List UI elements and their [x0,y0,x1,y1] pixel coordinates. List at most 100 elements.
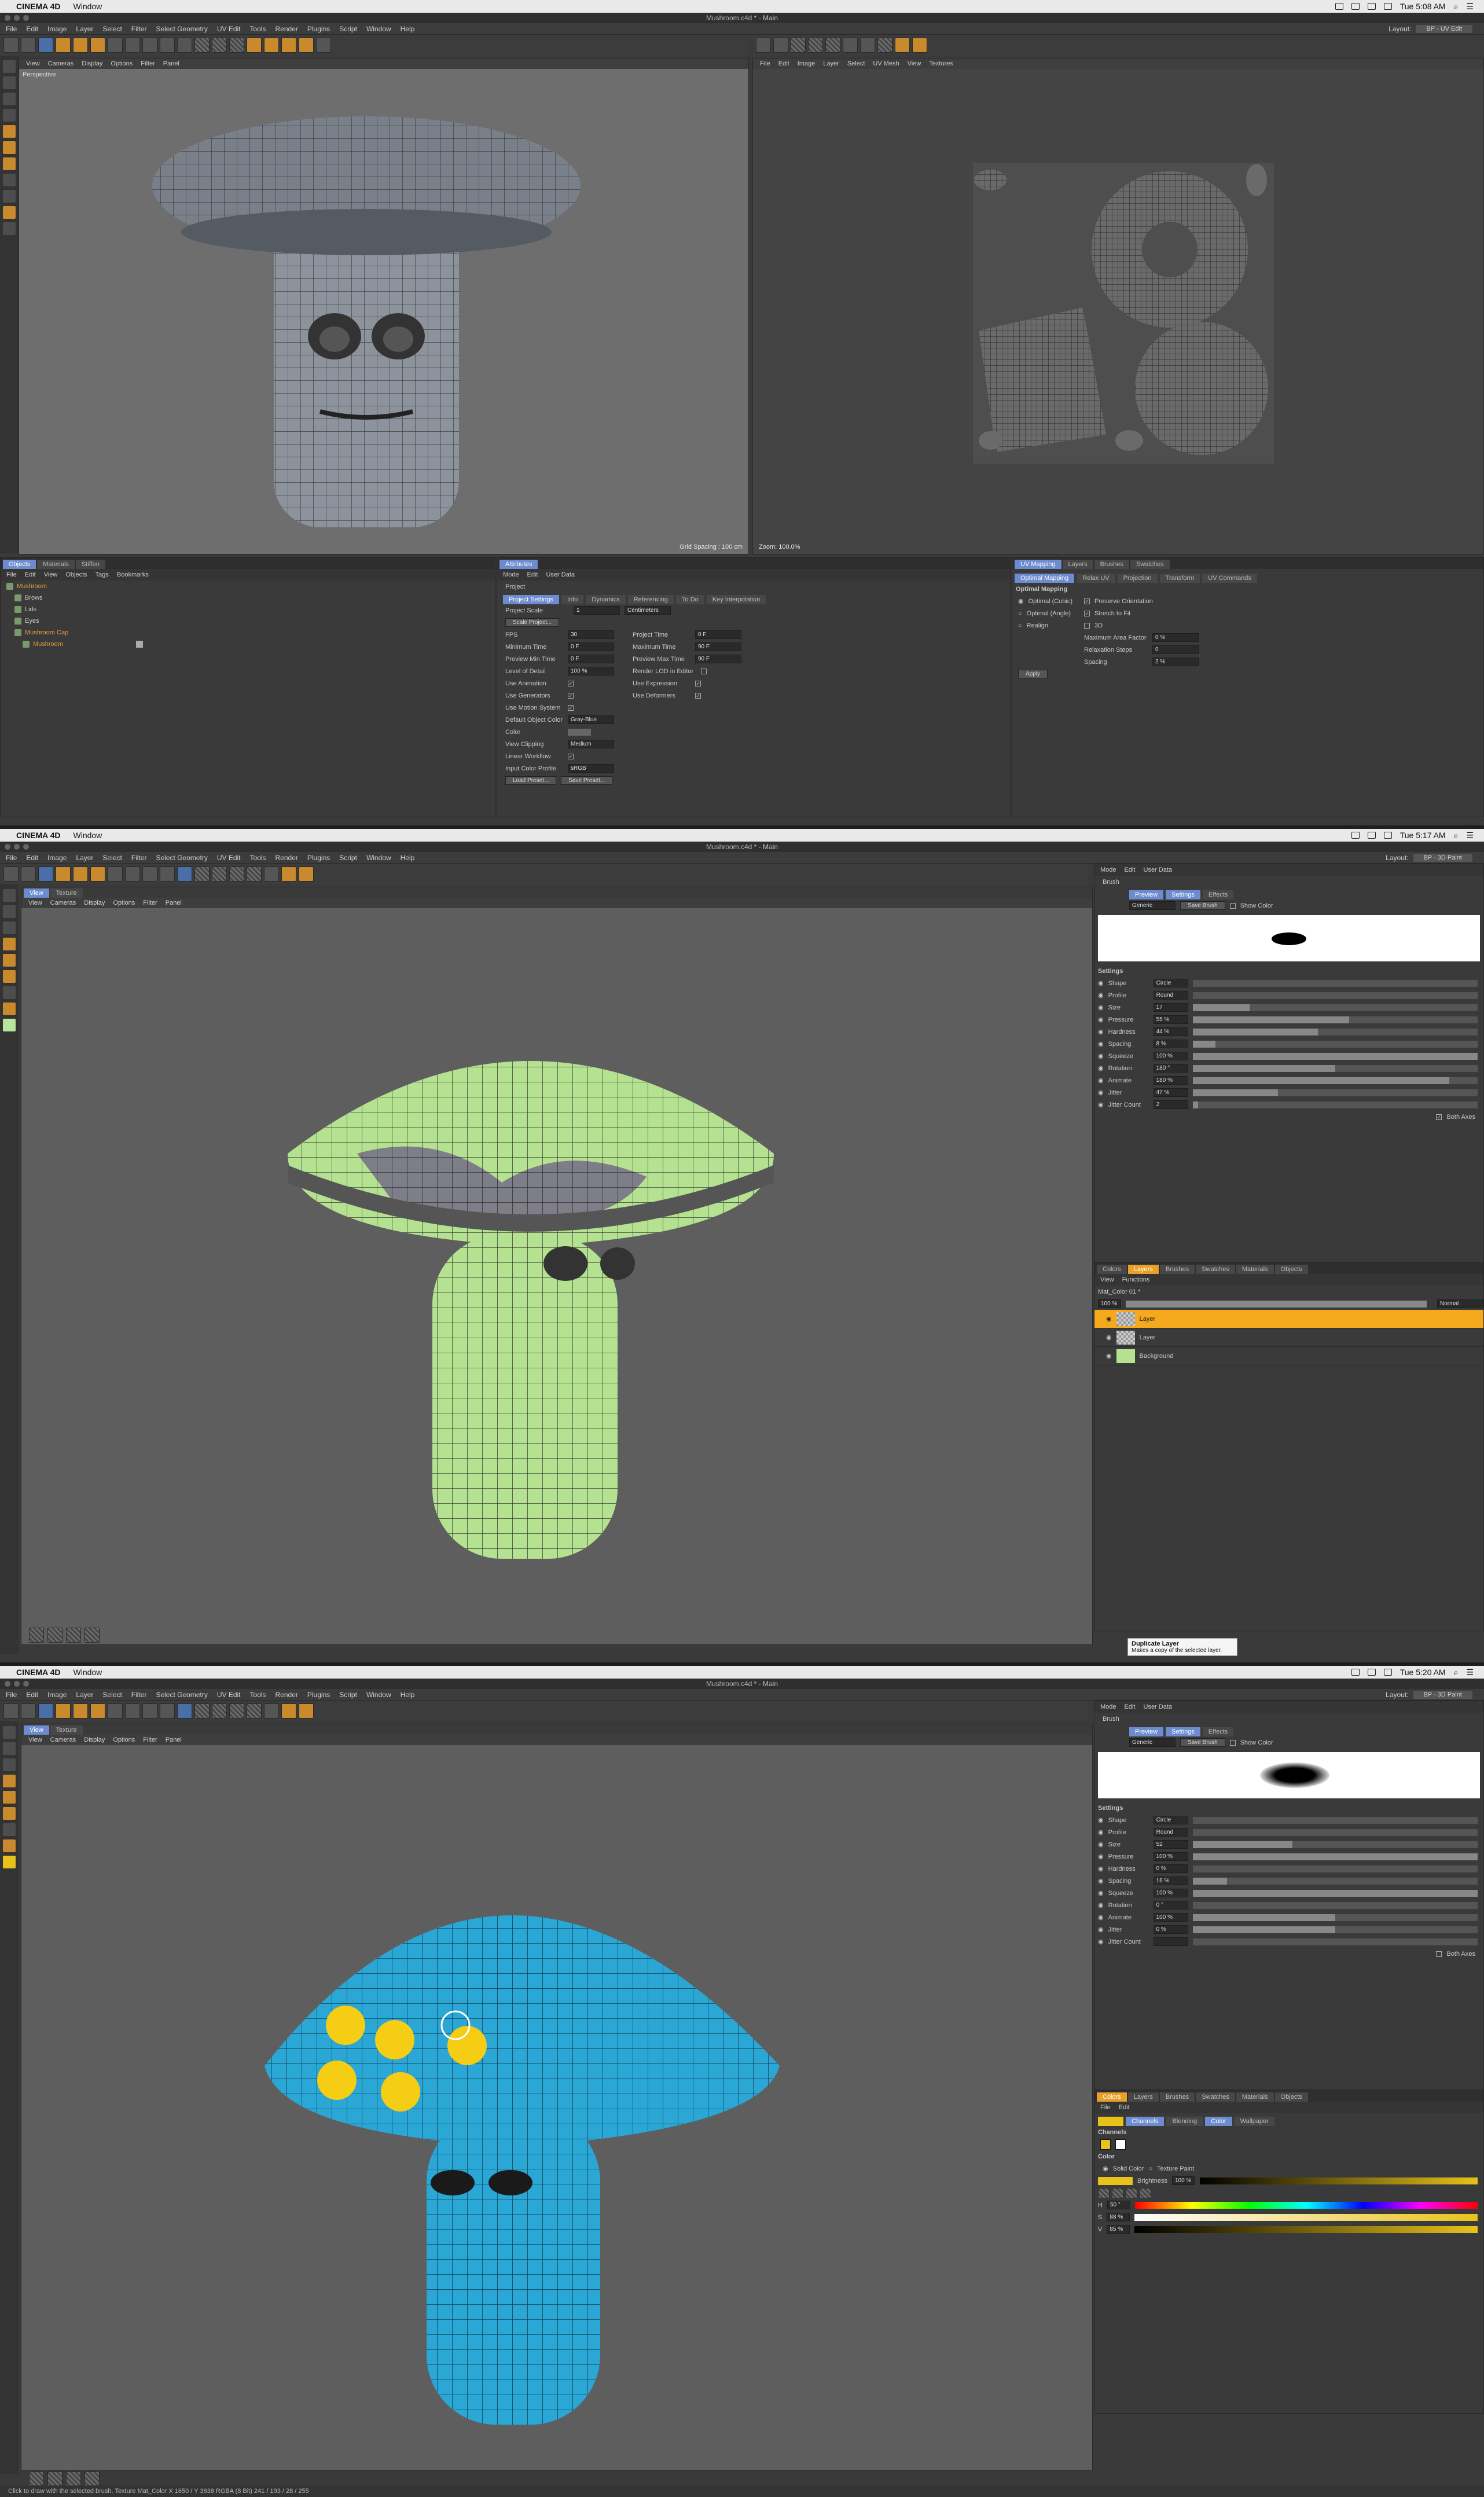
tab-layers[interactable]: Layers [1127,1265,1159,1274]
show-color-checkbox[interactable] [1229,1739,1236,1746]
subdivision-icon[interactable] [281,38,296,53]
setting-slider[interactable] [1192,1101,1478,1108]
setting-slider[interactable] [1192,1828,1478,1836]
polygons-mode-icon[interactable] [3,970,16,983]
uv-tool-icon[interactable] [825,38,840,53]
color-preview-swatch[interactable] [1098,2176,1133,2185]
vp-menu-cameras[interactable]: Cameras [50,1736,76,1743]
blend-mode-select[interactable]: Normal [1437,1299,1483,1308]
menu-uv-edit[interactable]: UV Edit [217,1691,241,1699]
close-window-icon[interactable] [5,844,10,850]
frame-icon[interactable] [47,1628,63,1643]
color-mode-icon[interactable] [1140,2187,1151,2198]
scale-project-button[interactable]: Scale Project... [505,618,560,627]
rotate-icon[interactable] [90,866,105,882]
save-brush-button[interactable]: Save Brush [1180,901,1225,910]
clock[interactable]: Tue 5:17 AM [1400,831,1446,840]
array-icon[interactable] [299,38,314,53]
minimize-window-icon[interactable] [14,1681,20,1687]
radio-icon[interactable]: ◉ [1098,1853,1104,1860]
object-row[interactable]: Lids [1,604,495,615]
saturation-gradient[interactable] [1134,2213,1478,2221]
use-motion-checkbox[interactable]: ✓ [568,704,574,711]
menu-plugins[interactable]: Plugins [307,854,330,862]
uv-menu-textures[interactable]: Textures [929,60,953,67]
texture-mode-icon[interactable] [3,93,16,105]
value-gradient[interactable] [1134,2226,1478,2233]
polygons-mode-icon[interactable] [3,157,16,170]
uv-menu-select[interactable]: Select [847,60,865,67]
tab-color[interactable]: Color [1205,2117,1232,2126]
menu-select[interactable]: Select [102,854,122,862]
menu-edit[interactable]: Edit [26,854,38,862]
tab-view[interactable]: View [24,1725,49,1735]
menu-render[interactable]: Render [276,1691,298,1699]
tab-texture[interactable]: Texture [50,1725,83,1735]
rotate-icon[interactable] [90,38,105,53]
am-menu-mode[interactable]: Mode [1100,1703,1116,1710]
vp-menu-view[interactable]: View [28,1736,42,1743]
uv-points-icon[interactable] [3,986,16,999]
tab-uv-commands[interactable]: UV Commands [1202,574,1257,583]
setting-value-field[interactable]: 8 % [1153,1040,1188,1048]
setting-value-field[interactable] [1153,1937,1188,1946]
menu-select-geometry[interactable]: Select Geometry [156,25,207,33]
menu-file[interactable]: File [6,1691,17,1699]
tab-settings[interactable]: Settings [1166,1727,1200,1736]
relaxation-steps-field[interactable]: 0 [1152,645,1199,654]
minimize-window-icon[interactable] [14,15,20,21]
menu-help[interactable]: Help [401,1691,415,1699]
eye-icon[interactable]: ◉ [1106,1315,1112,1323]
object-row[interactable]: Mushroom [1,638,495,650]
render-picture-viewer-icon[interactable] [212,866,227,882]
radio-icon[interactable]: ◉ [1098,1877,1104,1885]
menu-window[interactable]: Window [366,854,391,862]
frame-icon[interactable] [29,2472,44,2487]
menu-tools[interactable]: Tools [250,1691,266,1699]
radio-icon[interactable]: ◉ [1098,979,1104,987]
tab-channels[interactable]: Channels [1126,2117,1165,2126]
radio-icon[interactable]: ◉ [1098,1816,1104,1824]
fill-tool-icon[interactable] [247,1703,262,1718]
menu-image[interactable]: Image [47,1691,67,1699]
clock[interactable]: Tue 5:20 AM [1400,1668,1446,1677]
cube-icon[interactable] [281,866,296,882]
menu-select-geometry[interactable]: Select Geometry [156,854,207,862]
vp-menu-panel[interactable]: Panel [166,899,182,906]
radio-icon[interactable]: ◉ [1098,1926,1104,1933]
tab-optimal-mapping[interactable]: Optimal Mapping [1015,574,1075,583]
vp-menu-view[interactable]: View [28,899,42,906]
uv-polygons-icon[interactable] [3,190,16,203]
setting-value-field[interactable]: Circle [1153,1816,1188,1824]
recent-tool-icon[interactable] [108,866,123,882]
setting-value-field[interactable]: 47 % [1153,1088,1188,1097]
menu-uv-edit[interactable]: UV Edit [217,25,241,33]
om-menu-objects[interactable]: Objects [65,571,87,578]
tab-colors[interactable]: Colors [1097,2092,1127,2102]
uv-tool-icon[interactable] [756,38,771,53]
tab-settings[interactable]: Settings [1166,890,1200,899]
uv-tool-icon[interactable] [791,38,806,53]
points-mode-icon[interactable] [3,1775,16,1787]
edges-mode-icon[interactable] [3,141,16,154]
layout-select[interactable]: BP - 3D Paint [1413,853,1472,862]
show-color-checkbox[interactable] [1229,902,1236,909]
uv-tool-icon[interactable] [877,38,892,53]
menu-tools[interactable]: Tools [250,25,266,33]
setting-slider[interactable] [1192,1016,1478,1023]
setting-slider[interactable] [1192,1889,1478,1897]
tab-project-settings[interactable]: Project Settings [503,595,560,604]
tab-wallpaper[interactable]: Wallpaper [1234,2117,1274,2126]
menu-filter[interactable]: Filter [131,25,147,33]
deformer-icon[interactable] [316,38,331,53]
material-tag-icon[interactable] [135,641,143,648]
uv-tool-icon[interactable] [860,38,875,53]
paint-tool-icon[interactable] [3,1839,16,1852]
tab-projection[interactable]: Projection [1117,574,1158,583]
recent-tool-icon[interactable] [108,38,123,53]
menu-filter[interactable]: Filter [131,1691,147,1699]
spacing-field[interactable]: 2 % [1152,658,1199,666]
menu-help[interactable]: Help [401,25,415,33]
both-axes-checkbox[interactable]: ✓ [1436,1114,1442,1120]
menu-file[interactable]: File [6,25,17,33]
